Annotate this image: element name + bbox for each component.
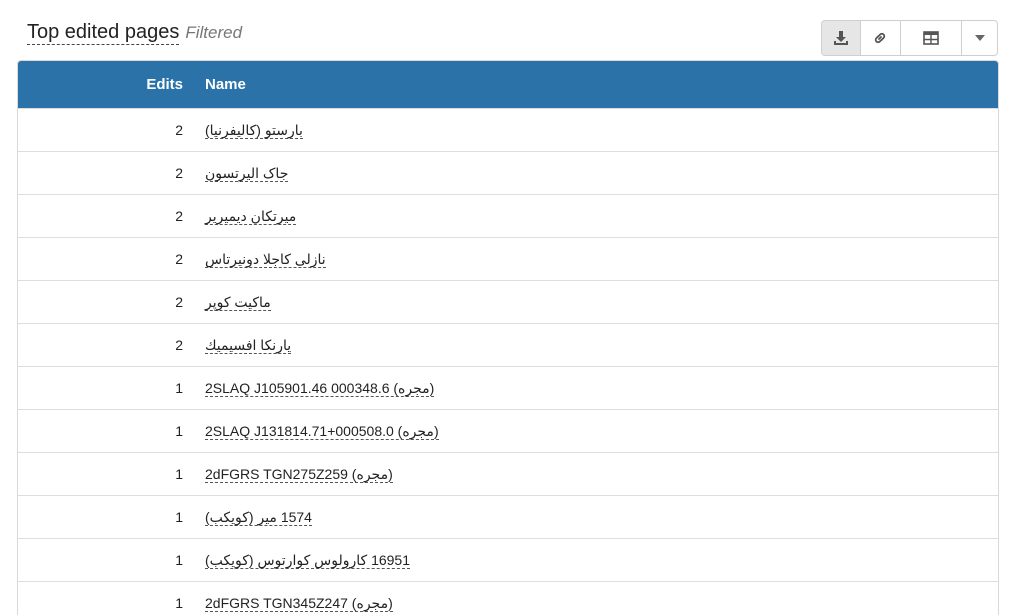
panel-toolbar xyxy=(821,20,998,56)
page-link[interactable]: 2SLAQ J105901.46 000348.6 (مجره) xyxy=(205,379,435,397)
page-link[interactable]: 2SLAQ J131814.71+000508.0 (مجره) xyxy=(205,422,439,440)
page: Top edited pages Filtered Edits Name 2 ب… xyxy=(0,0,1023,615)
table-row: 2 بارستو (کالیفرنیا) xyxy=(18,108,998,151)
page-link[interactable]: ماکیت کوپر xyxy=(205,293,271,311)
edits-cell: 2 xyxy=(175,165,183,181)
download-button[interactable] xyxy=(822,21,861,55)
edits-cell: 1 xyxy=(175,509,183,525)
table-row: 1 2SLAQ J105901.46 000348.6 (مجره) xyxy=(18,366,998,409)
edits-cell: 1 xyxy=(175,552,183,568)
page-link[interactable]: یارنکا افسیمیك xyxy=(205,336,292,354)
page-link[interactable]: جاک الیرتسون xyxy=(205,164,289,182)
edits-cell: 1 xyxy=(175,466,183,482)
caret-down-icon xyxy=(974,35,985,41)
page-link[interactable]: نازلی کاجلا دونیرتاس xyxy=(205,250,326,268)
table-view-button[interactable] xyxy=(901,21,963,55)
edits-cell: 2 xyxy=(175,294,183,310)
panel-title[interactable]: Top edited pages xyxy=(27,20,180,45)
table-row: 2 میرتکان دیمیریر xyxy=(18,194,998,237)
table-row: 1 2dFGRS TGN275Z259 (مجره) xyxy=(18,452,998,495)
permalink-button[interactable] xyxy=(861,21,902,55)
edits-cell: 1 xyxy=(175,423,183,439)
column-header-edits[interactable]: Edits xyxy=(18,76,183,93)
options-dropdown-button[interactable] xyxy=(962,21,997,55)
table-header: Edits Name xyxy=(18,61,998,108)
edits-cell: 1 xyxy=(175,595,183,611)
column-header-name[interactable]: Name xyxy=(183,76,998,93)
table-row: 1 2SLAQ J131814.71+000508.0 (مجره) xyxy=(18,409,998,452)
table-row: 1 2dFGRS TGN345Z247 (مجره) xyxy=(18,581,998,615)
edits-cell: 2 xyxy=(175,251,183,267)
edits-cell: 2 xyxy=(175,208,183,224)
top-pages-table: Edits Name 2 بارستو (کالیفرنیا) 2 جاک ال… xyxy=(17,60,999,615)
page-link[interactable]: 16951 کارولوس کوارتوس (کویکب) xyxy=(205,551,411,569)
link-icon xyxy=(875,32,886,44)
page-link[interactable]: میرتکان دیمیریر xyxy=(205,207,297,225)
table-row: 1 1574 میر (کویکب) xyxy=(18,495,998,538)
page-link[interactable]: 2dFGRS TGN345Z247 (مجره) xyxy=(205,594,393,612)
edits-cell: 1 xyxy=(175,380,183,396)
table-row: 1 16951 کارولوس کوارتوس (کویکب) xyxy=(18,538,998,581)
edits-cell: 2 xyxy=(175,122,183,138)
table-row: 2 یارنکا افسیمیك xyxy=(18,323,998,366)
table-row: 2 نازلی کاجلا دونیرتاس xyxy=(18,237,998,280)
page-link[interactable]: بارستو (کالیفرنیا) xyxy=(205,121,303,139)
page-link[interactable]: 2dFGRS TGN275Z259 (مجره) xyxy=(205,465,393,483)
table-row: 2 ماکیت کوپر xyxy=(18,280,998,323)
download-icon xyxy=(833,31,848,45)
filtered-label: Filtered xyxy=(185,23,243,42)
edits-cell: 2 xyxy=(175,337,183,353)
table-row: 2 جاک الیرتسون xyxy=(18,151,998,194)
panel-header: Top edited pages Filtered xyxy=(27,20,242,45)
table-icon xyxy=(923,31,940,45)
page-link[interactable]: 1574 میر (کویکب) xyxy=(205,508,312,526)
